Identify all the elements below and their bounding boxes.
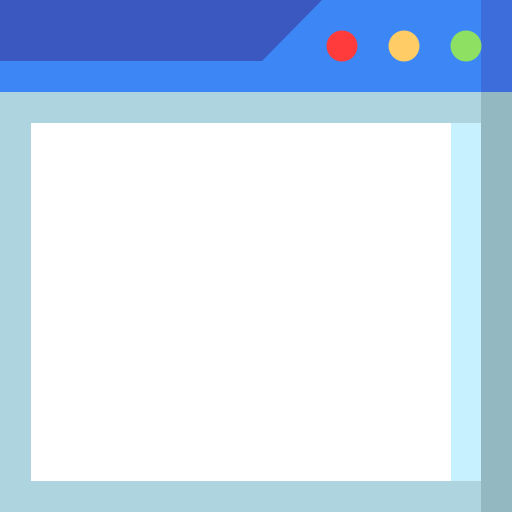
- content-area: [31, 123, 451, 481]
- browser-window-icon: [0, 0, 512, 512]
- content-right-strip: [451, 123, 481, 481]
- minimize-control-icon: [388, 30, 420, 62]
- maximize-control-icon: [450, 30, 482, 62]
- title-bar-right-shade: [481, 0, 512, 92]
- close-control-icon: [326, 30, 358, 62]
- window-frame-right-shade: [481, 92, 512, 512]
